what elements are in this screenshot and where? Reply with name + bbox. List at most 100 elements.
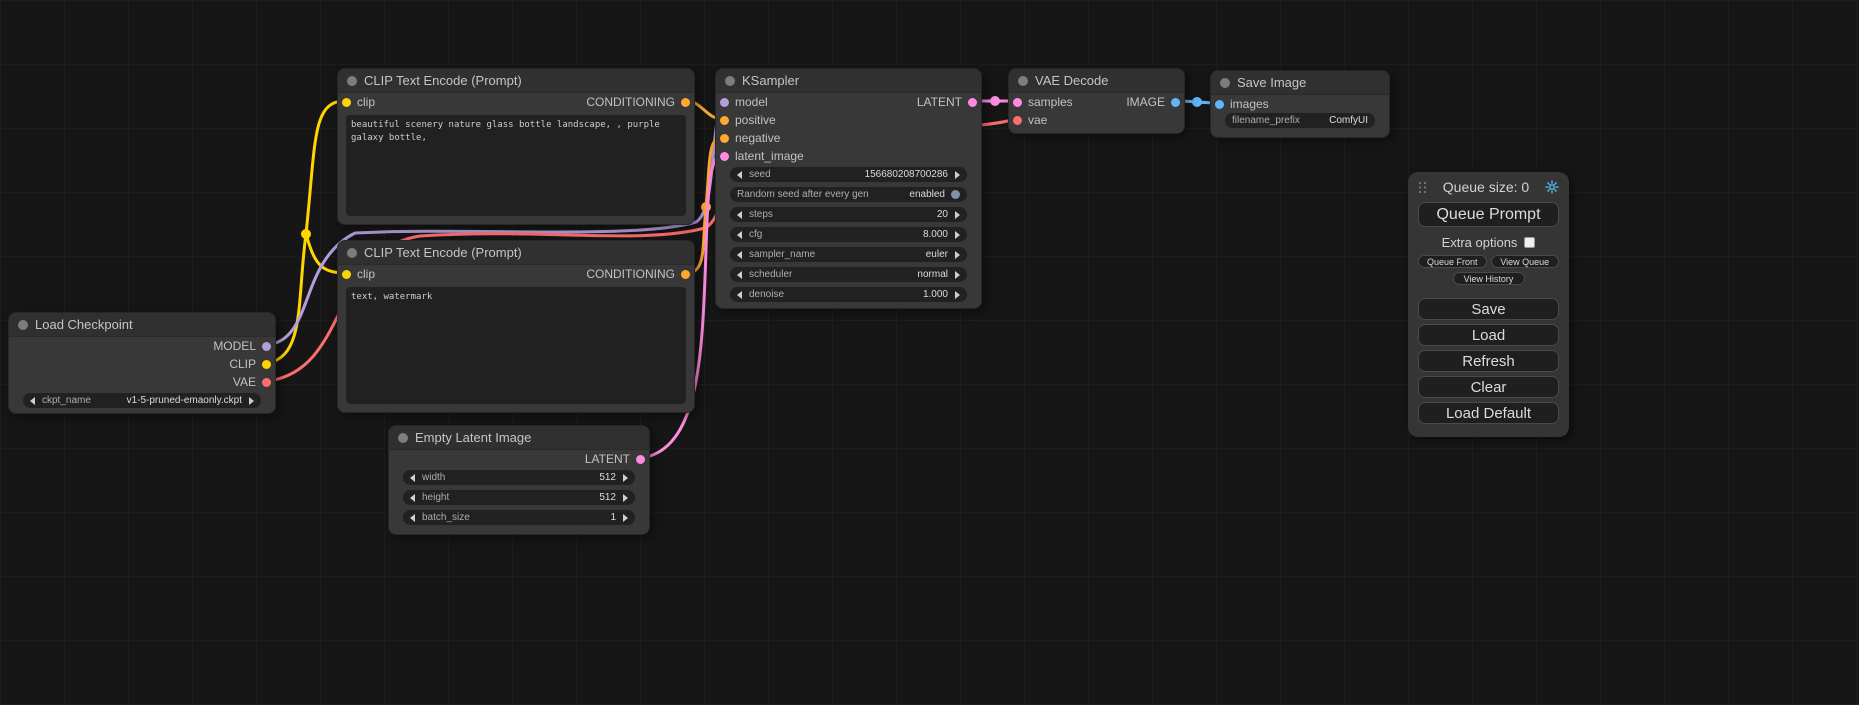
load-button[interactable]: Load — [1418, 324, 1559, 346]
refresh-button[interactable]: Refresh — [1418, 350, 1559, 372]
prompt-textarea[interactable]: text, watermark — [346, 287, 686, 404]
conditioning-output-slot[interactable] — [681, 270, 690, 279]
scheduler-widget[interactable]: scheduler normal — [730, 267, 967, 282]
node-title-bar[interactable]: Load Checkpoint — [9, 313, 275, 337]
ckpt-name-widget[interactable]: ckpt_name v1-5-pruned-emaonly.ckpt — [23, 393, 261, 408]
queue-front-button[interactable]: Queue Front — [1418, 255, 1487, 268]
widget-prev-arrow-icon[interactable] — [737, 251, 742, 259]
slot-label: IMAGE — [1126, 95, 1165, 109]
node-title-bar[interactable]: CLIP Text Encode (Prompt) — [338, 241, 694, 265]
model-output-slot[interactable] — [262, 342, 271, 351]
node-title: Load Checkpoint — [35, 317, 133, 332]
widget-prev-arrow-icon[interactable] — [737, 271, 742, 279]
widget-next-arrow-icon[interactable] — [955, 251, 960, 259]
slot-label: images — [1230, 97, 1269, 111]
latent-image-input-slot[interactable] — [720, 152, 729, 161]
widget-prev-arrow-icon[interactable] — [30, 397, 35, 405]
collapse-dot-icon[interactable] — [725, 76, 735, 86]
node-load-checkpoint[interactable]: Load Checkpoint MODEL CLIP VAE ckpt_name… — [8, 312, 276, 414]
widget-prev-arrow-icon[interactable] — [737, 291, 742, 299]
widget-next-arrow-icon[interactable] — [249, 397, 254, 405]
vae-input-slot[interactable] — [1013, 116, 1022, 125]
images-input-slot[interactable] — [1215, 100, 1224, 109]
widget-next-arrow-icon[interactable] — [623, 474, 628, 482]
widget-label: Random seed after every gen — [737, 189, 869, 200]
node-save-image[interactable]: Save Image images filename_prefix ComfyU… — [1210, 70, 1390, 138]
widget-next-arrow-icon[interactable] — [623, 494, 628, 502]
widget-prev-arrow-icon[interactable] — [410, 474, 415, 482]
batch-size-widget[interactable]: batch_size 1 — [403, 510, 635, 525]
latent-output-slot[interactable] — [636, 455, 645, 464]
sampler-name-widget[interactable]: sampler_name euler — [730, 247, 967, 262]
widget-next-arrow-icon[interactable] — [955, 211, 960, 219]
collapse-dot-icon[interactable] — [1018, 76, 1028, 86]
filename-prefix-widget[interactable]: filename_prefix ComfyUI — [1225, 113, 1375, 128]
widget-value: ComfyUI — [1329, 115, 1368, 126]
collapse-dot-icon[interactable] — [18, 320, 28, 330]
node-clip-text-encode-positive[interactable]: CLIP Text Encode (Prompt) clip CONDITION… — [337, 68, 695, 225]
clip-input-slot[interactable] — [342, 270, 351, 279]
slot-label: LATENT — [917, 95, 962, 109]
node-title-bar[interactable]: CLIP Text Encode (Prompt) — [338, 69, 694, 93]
slot-label: clip — [357, 95, 375, 109]
graph-canvas[interactable]: Load Checkpoint MODEL CLIP VAE ckpt_name… — [0, 0, 1859, 705]
denoise-widget[interactable]: denoise 1.000 — [730, 287, 967, 302]
random-seed-widget[interactable]: Random seed after every gen enabled — [730, 187, 967, 202]
widget-next-arrow-icon[interactable] — [955, 291, 960, 299]
extra-options-checkbox[interactable] — [1524, 237, 1535, 248]
toggle-dot-icon[interactable] — [951, 190, 960, 199]
node-title-bar[interactable]: VAE Decode — [1009, 69, 1184, 93]
widget-value: 1.000 — [923, 289, 948, 300]
samples-input-slot[interactable] — [1013, 98, 1022, 107]
model-input-slot[interactable] — [720, 98, 729, 107]
conditioning-output-slot[interactable] — [681, 98, 690, 107]
negative-input-slot[interactable] — [720, 134, 729, 143]
node-title-bar[interactable]: KSampler — [716, 69, 981, 93]
widget-prev-arrow-icon[interactable] — [737, 171, 742, 179]
collapse-dot-icon[interactable] — [347, 248, 357, 258]
widget-next-arrow-icon[interactable] — [955, 231, 960, 239]
view-queue-button[interactable]: View Queue — [1491, 255, 1560, 268]
slot-label: CONDITIONING — [586, 95, 675, 109]
clear-button[interactable]: Clear — [1418, 376, 1559, 398]
collapse-dot-icon[interactable] — [1220, 78, 1230, 88]
node-title-bar[interactable]: Save Image — [1211, 71, 1389, 95]
view-history-button[interactable]: View History — [1453, 272, 1525, 285]
clip-output-slot[interactable] — [262, 360, 271, 369]
widget-prev-arrow-icon[interactable] — [737, 211, 742, 219]
node-title-bar[interactable]: Empty Latent Image — [389, 426, 649, 450]
widget-prev-arrow-icon[interactable] — [737, 231, 742, 239]
widget-next-arrow-icon[interactable] — [955, 271, 960, 279]
image-output-slot[interactable] — [1171, 98, 1180, 107]
widget-prev-arrow-icon[interactable] — [410, 514, 415, 522]
height-widget[interactable]: height 512 — [403, 490, 635, 505]
widget-label: height — [422, 492, 449, 503]
node-empty-latent-image[interactable]: Empty Latent Image LATENT width 512 heig… — [388, 425, 650, 535]
widget-prev-arrow-icon[interactable] — [410, 494, 415, 502]
queue-prompt-button[interactable]: Queue Prompt — [1418, 202, 1559, 227]
positive-input-slot[interactable] — [720, 116, 729, 125]
widget-next-arrow-icon[interactable] — [623, 514, 628, 522]
comfy-menu[interactable]: Queue size: 0 Queue Prompt Extra options… — [1408, 172, 1569, 437]
widget-value: 512 — [599, 492, 616, 503]
node-clip-text-encode-negative[interactable]: CLIP Text Encode (Prompt) clip CONDITION… — [337, 240, 695, 413]
settings-gear-icon[interactable] — [1545, 180, 1559, 194]
node-ksampler[interactable]: KSampler model LATENT positive negative … — [715, 68, 982, 309]
slot-label: negative — [735, 131, 780, 145]
widget-value: 8.000 — [923, 229, 948, 240]
node-vae-decode[interactable]: VAE Decode samples IMAGE vae — [1008, 68, 1185, 134]
save-button[interactable]: Save — [1418, 298, 1559, 320]
widget-next-arrow-icon[interactable] — [955, 171, 960, 179]
prompt-textarea[interactable]: beautiful scenery nature glass bottle la… — [346, 115, 686, 216]
collapse-dot-icon[interactable] — [398, 433, 408, 443]
steps-widget[interactable]: steps 20 — [730, 207, 967, 222]
cfg-widget[interactable]: cfg 8.000 — [730, 227, 967, 242]
menu-drag-handle-icon[interactable] — [1418, 181, 1427, 194]
collapse-dot-icon[interactable] — [347, 76, 357, 86]
clip-input-slot[interactable] — [342, 98, 351, 107]
latent-output-slot[interactable] — [968, 98, 977, 107]
vae-output-slot[interactable] — [262, 378, 271, 387]
load-default-button[interactable]: Load Default — [1418, 402, 1559, 424]
seed-widget[interactable]: seed 156680208700286 — [730, 167, 967, 182]
width-widget[interactable]: width 512 — [403, 470, 635, 485]
